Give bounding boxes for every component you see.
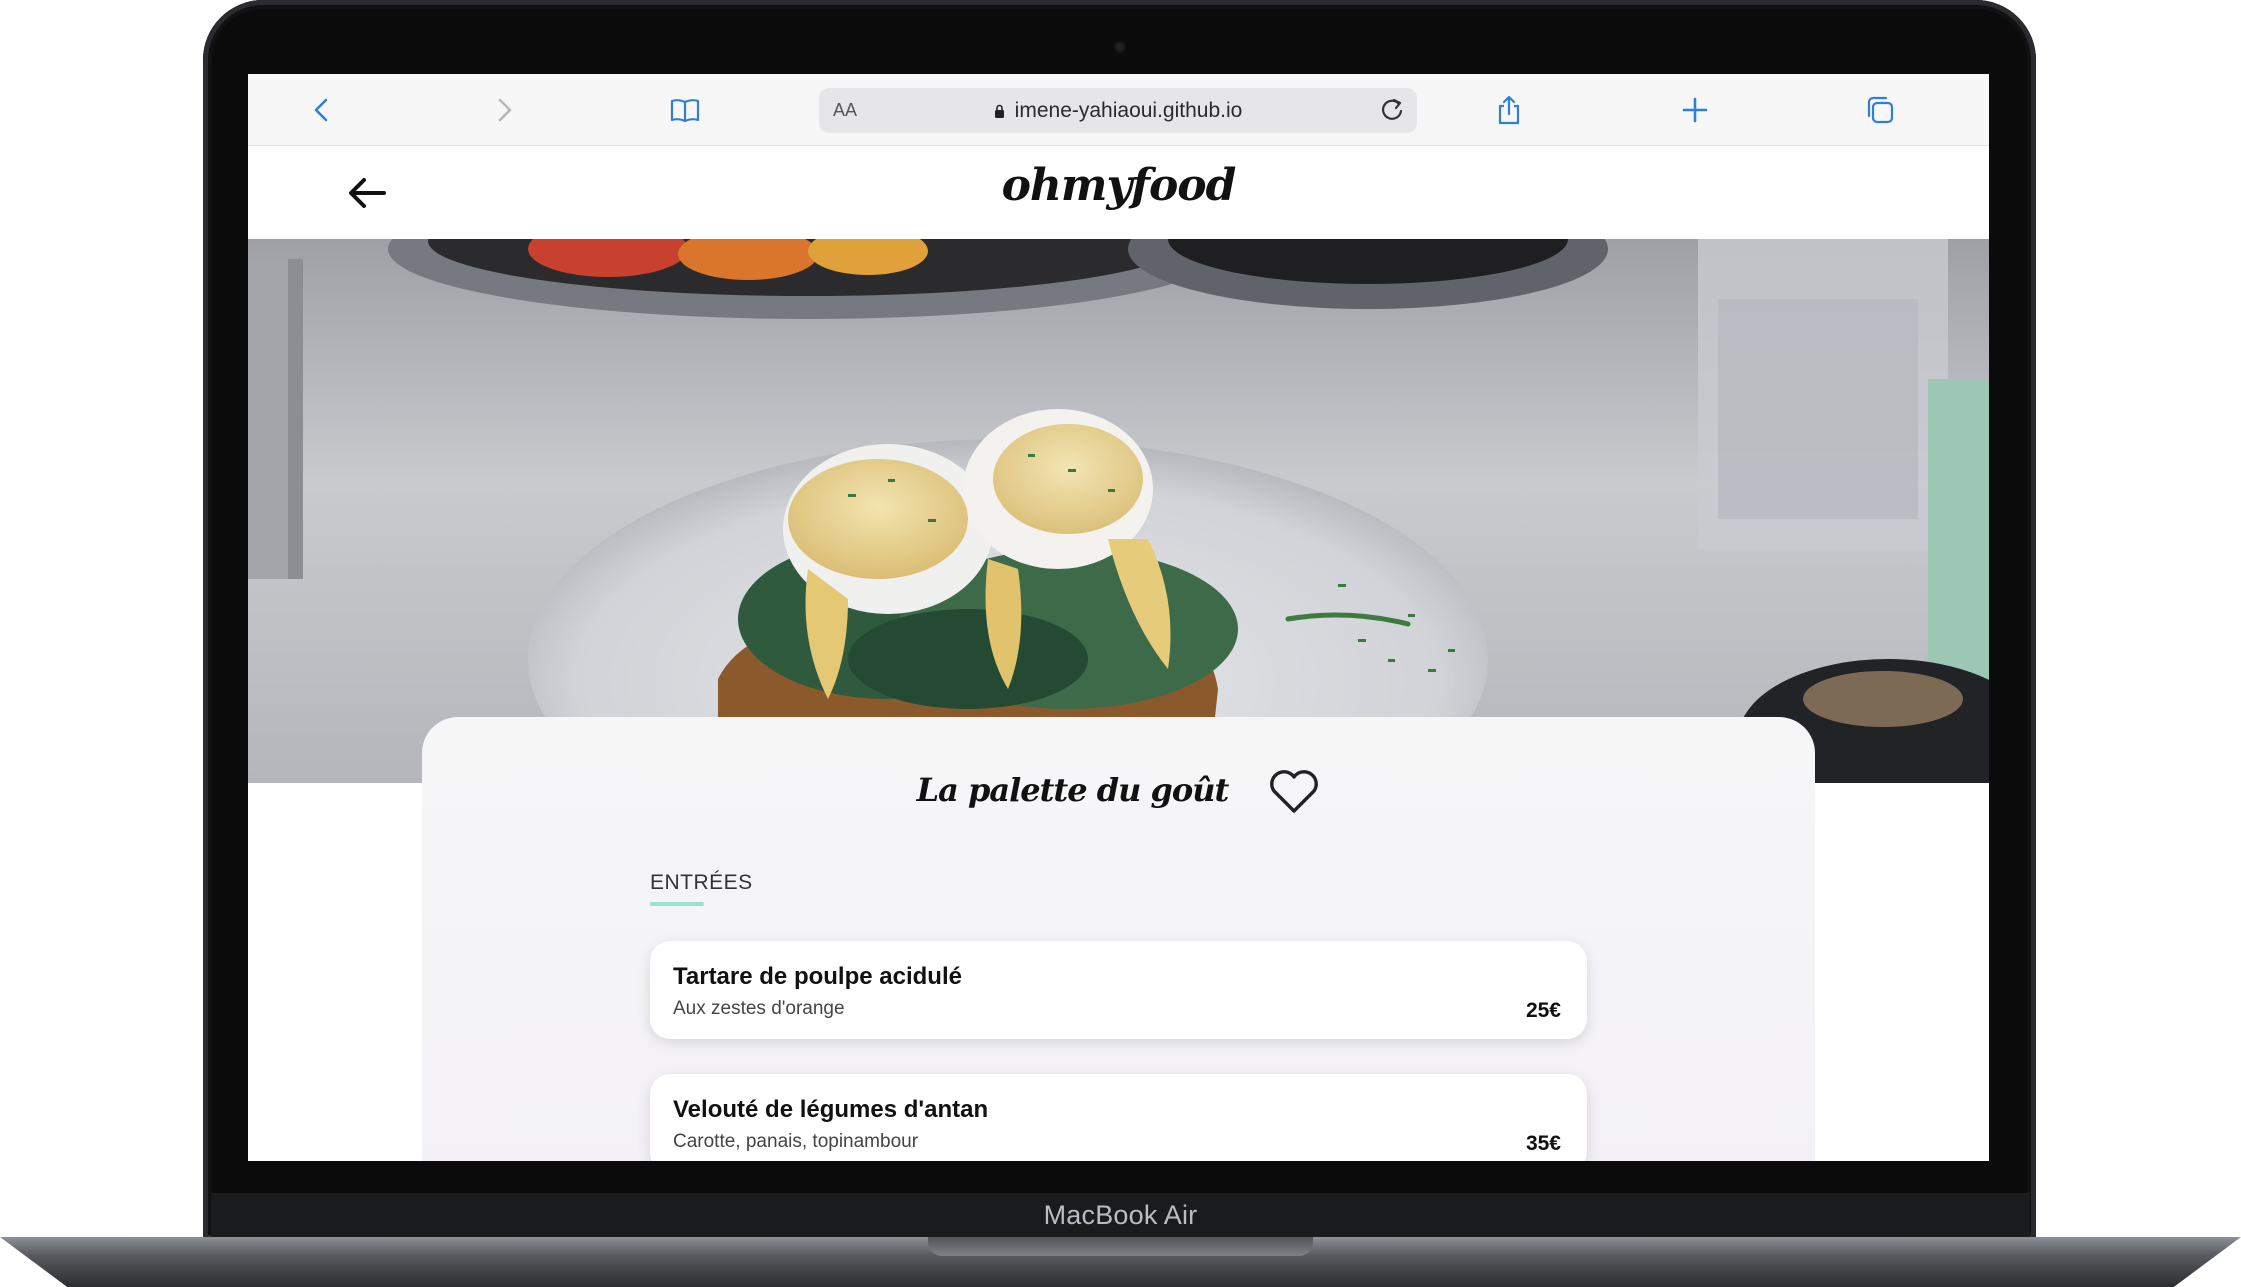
dish-name: Tartare de poulpe acidulé [673, 963, 962, 990]
menu-card: La palette du goût ENTRÉES Tartare de po… [422, 717, 1815, 1161]
share-icon[interactable] [1491, 92, 1527, 128]
device-label: MacBook Air [1043, 1200, 1198, 1230]
screen: AA imene-yahiaoui.github.io ohmyfood La … [248, 74, 1989, 1161]
dish-card[interactable]: Tartare de poulpe acidulé Aux zestes d'o… [650, 941, 1587, 1039]
bookmarks-icon[interactable] [667, 92, 703, 128]
tabs-icon[interactable] [1862, 92, 1898, 128]
dish-description: Aux zestes d'orange [673, 998, 845, 1019]
address-bar[interactable]: AA imene-yahiaoui.github.io [819, 88, 1417, 133]
lock-icon [994, 104, 1004, 118]
dish-price: 35€ [1525, 1132, 1561, 1155]
camera-icon [1116, 43, 1124, 51]
new-tab-icon[interactable] [1677, 92, 1713, 128]
forward-icon[interactable] [486, 92, 522, 128]
dish-card[interactable]: Velouté de légumes d'antan Carotte, pana… [650, 1074, 1587, 1161]
section-underline [650, 902, 704, 906]
browser-toolbar: AA imene-yahiaoui.github.io [248, 74, 1989, 146]
dish-description: Carotte, panais, topinambour [673, 1131, 919, 1152]
hero-image [248, 239, 1989, 783]
food-photo [248, 239, 1989, 783]
section-title: ENTRÉES [650, 871, 753, 894]
dish-price: 25€ [1525, 999, 1561, 1022]
url-text: imene-yahiaoui.github.io [1014, 99, 1243, 122]
restaurant-header: La palette du goût [422, 769, 1815, 815]
laptop-notch [928, 1237, 1313, 1256]
reload-icon[interactable] [1377, 95, 1407, 125]
dish-name: Velouté de légumes d'antan [673, 1096, 989, 1123]
restaurant-name: La palette du goût [916, 770, 1230, 809]
site-logo[interactable]: ohmyfood [248, 160, 1989, 211]
site-header: ohmyfood [248, 146, 1989, 239]
back-icon[interactable] [304, 92, 340, 128]
heart-icon[interactable] [1268, 769, 1320, 815]
